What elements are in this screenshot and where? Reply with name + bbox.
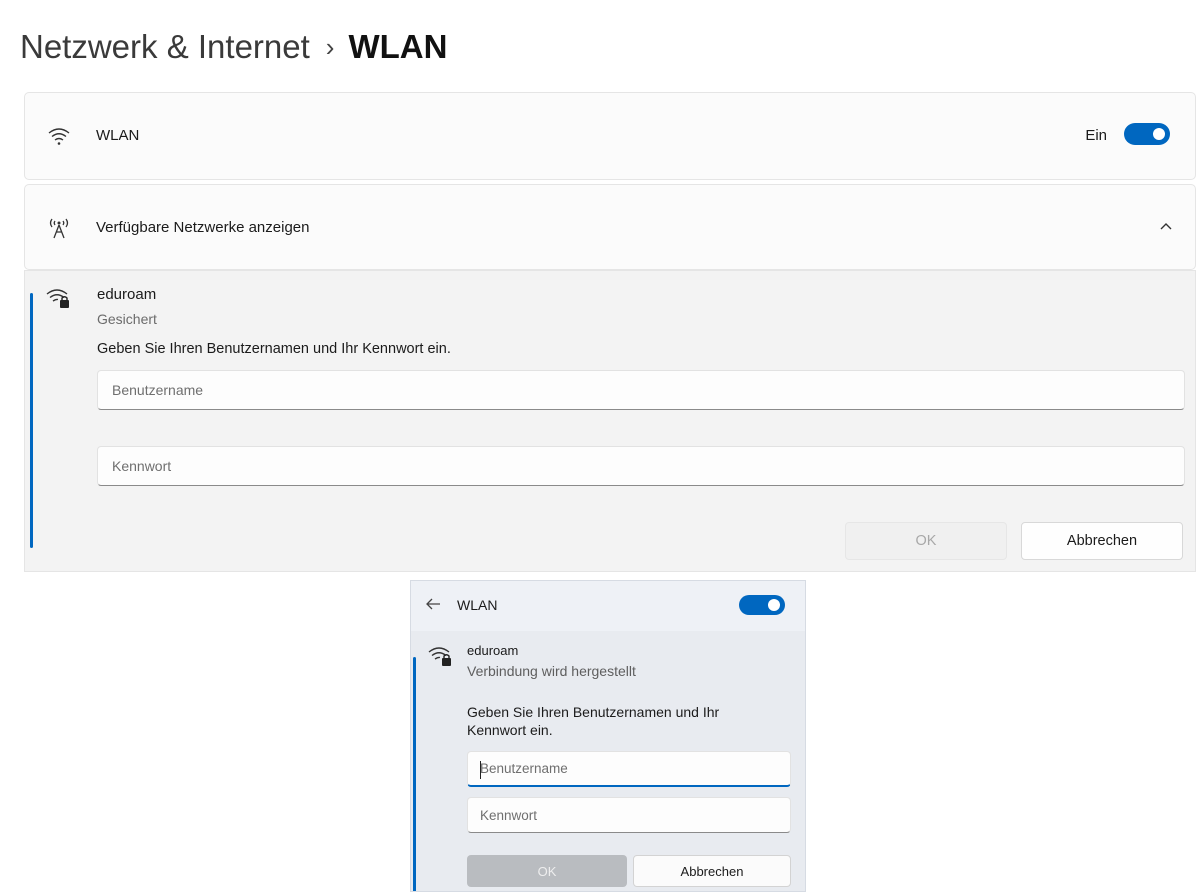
network-name: eduroam bbox=[467, 643, 519, 658]
cancel-button[interactable]: Abbrechen bbox=[633, 855, 791, 887]
text-caret bbox=[480, 761, 481, 779]
toggle-knob bbox=[1153, 128, 1165, 140]
wifi-lock-icon bbox=[46, 289, 69, 308]
password-input[interactable] bbox=[98, 447, 1184, 485]
flyout-title: WLAN bbox=[457, 597, 498, 613]
network-item-eduroam: eduroam Gesichert Geben Sie Ihren Benutz… bbox=[24, 270, 1196, 572]
username-field bbox=[467, 751, 791, 787]
username-input[interactable] bbox=[468, 752, 790, 785]
ok-button[interactable]: OK bbox=[467, 855, 627, 887]
wifi-icon bbox=[48, 128, 70, 145]
toggle-state-text: Ein bbox=[1085, 127, 1107, 144]
ok-button[interactable]: OK bbox=[845, 522, 1007, 560]
wlan-flyout: WLAN eduroam Verbindung wird hergestellt… bbox=[410, 580, 806, 892]
selection-accent-bar bbox=[413, 657, 416, 891]
credentials-prompt: Geben Sie Ihren Benutzernamen und Ihr Ke… bbox=[97, 341, 451, 357]
wifi-lock-icon bbox=[428, 647, 451, 666]
breadcrumb-separator: › bbox=[325, 31, 335, 62]
wlan-row: WLAN Ein bbox=[24, 92, 1196, 180]
flyout-network-item-eduroam: eduroam Verbindung wird hergestellt Gebe… bbox=[411, 631, 805, 891]
network-name: eduroam bbox=[97, 286, 157, 303]
breadcrumb: Netzwerk & Internet › WLAN bbox=[20, 22, 447, 72]
toggle-knob bbox=[768, 599, 780, 611]
password-field bbox=[97, 446, 1185, 486]
available-networks-label: Verfügbare Netzwerke anzeigen bbox=[96, 219, 310, 236]
cancel-button[interactable]: Abbrechen bbox=[1021, 522, 1183, 560]
settings-window: Netzwerk & Internet › WLAN WLAN Ein Verf… bbox=[0, 0, 1203, 580]
back-arrow-icon[interactable] bbox=[425, 597, 441, 611]
available-networks-row[interactable]: Verfügbare Netzwerke anzeigen bbox=[24, 184, 1196, 270]
antenna-icon bbox=[49, 218, 69, 239]
network-status: Gesichert bbox=[97, 311, 157, 327]
chevron-up-icon[interactable] bbox=[1159, 221, 1173, 231]
network-status: Verbindung wird hergestellt bbox=[467, 663, 636, 679]
password-input[interactable] bbox=[468, 798, 790, 832]
selection-accent-bar bbox=[30, 293, 33, 548]
wlan-toggle[interactable] bbox=[1124, 123, 1170, 145]
credentials-prompt: Geben Sie Ihren Benutzernamen und Ihr Ke… bbox=[467, 704, 720, 738]
password-field bbox=[467, 797, 791, 833]
page-title: WLAN bbox=[348, 28, 448, 65]
username-input[interactable] bbox=[98, 371, 1184, 409]
username-field bbox=[97, 370, 1185, 410]
flyout-wlan-toggle[interactable] bbox=[739, 595, 785, 615]
wlan-label: WLAN bbox=[96, 127, 140, 144]
breadcrumb-parent[interactable]: Netzwerk & Internet bbox=[20, 28, 310, 66]
